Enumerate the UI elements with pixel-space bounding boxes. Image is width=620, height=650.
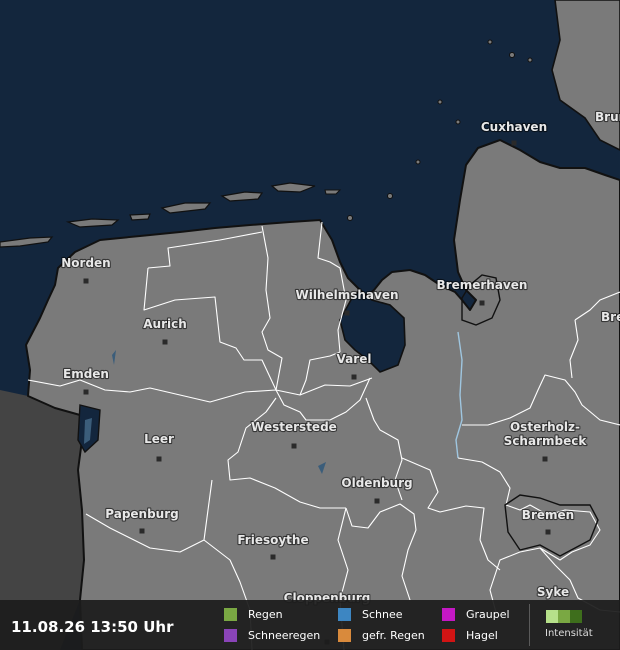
city-marker: [374, 498, 380, 504]
city-label-syke: Syke: [537, 585, 569, 599]
island: [527, 57, 533, 63]
city-label-emden: Emden: [63, 367, 109, 381]
city-label-westerstede: Westerstede: [251, 420, 337, 434]
city-label-osterholz: Osterholz-: [510, 420, 580, 434]
city-label-wilhelmshaven: Wilhelmshaven: [295, 288, 398, 302]
city-label-scharmbeck: Scharmbeck: [504, 434, 588, 448]
intensity-scale: [546, 610, 582, 623]
island: [509, 52, 515, 58]
legend-schnee: Schnee: [338, 608, 403, 621]
legend-hagel-label: Hagel: [466, 629, 498, 642]
city-marker: [83, 389, 89, 395]
city-label-papenburg: Papenburg: [105, 507, 178, 521]
legend-hagel-swatch: [442, 629, 455, 642]
intensity-label: Intensität: [545, 628, 593, 639]
city-label-leer: Leer: [144, 432, 174, 446]
legend-gefr-regen-label: gefr. Regen: [362, 629, 425, 642]
legend-separator: [529, 604, 530, 646]
legend-schnee-swatch: [338, 608, 351, 621]
city-marker: [270, 554, 276, 560]
island: [129, 213, 151, 221]
city-marker: [139, 528, 145, 534]
city-label-cuxhaven: Cuxhaven: [481, 120, 547, 134]
city-label-bremerhaven: Bremerhaven: [437, 278, 528, 292]
timestamp: 11.08.26 13:50 Uhr: [11, 618, 174, 636]
legend-hagel: Hagel: [442, 629, 498, 642]
intensity-mid-swatch: [558, 610, 570, 623]
legend-schneeregen-label: Schneeregen: [248, 629, 321, 642]
island: [455, 119, 461, 125]
island: [415, 159, 421, 165]
city-label-friesoythe: Friesoythe: [237, 533, 308, 547]
legend-gefr-regen: gefr. Regen: [338, 629, 425, 642]
city-marker: [83, 278, 89, 284]
island: [437, 99, 443, 105]
island: [347, 215, 353, 221]
city-marker: [291, 443, 297, 449]
island: [487, 39, 493, 45]
intensity-high-swatch: [570, 610, 582, 623]
city-label-bremen: Bremen: [522, 508, 574, 522]
legend-regen-swatch: [224, 608, 237, 621]
city-marker: [511, 140, 517, 146]
city-marker: [545, 529, 551, 535]
legend-regen: Regen: [224, 608, 283, 621]
city-marker: [479, 300, 485, 306]
city-marker: [156, 456, 162, 462]
city-label-oldenburg: Oldenburg: [341, 476, 412, 490]
city-label-brun: Brun: [595, 110, 620, 124]
map-canvas: Cuxhaven Brun Norden Wilhelmshaven Bremerhav…: [0, 0, 620, 650]
city-label-norden: Norden: [61, 256, 110, 270]
legend-graupel-swatch: [442, 608, 455, 621]
city-label-bre: Bre: [601, 310, 620, 324]
city-label-aurich: Aurich: [143, 317, 187, 331]
legend-schnee-label: Schnee: [362, 608, 403, 621]
bottom-bar: 11.08.26 13:50 Uhr Regen Schnee Graupel …: [0, 600, 620, 650]
legend-schneeregen-swatch: [224, 629, 237, 642]
city-marker: [542, 456, 548, 462]
city-marker: [344, 310, 350, 316]
city-marker: [162, 339, 168, 345]
legend-gefr-regen-swatch: [338, 629, 351, 642]
city-label-varel: Varel: [337, 352, 372, 366]
legend-regen-label: Regen: [248, 608, 283, 621]
intensity-low-swatch: [546, 610, 558, 623]
island: [387, 193, 393, 199]
weather-map[interactable]: Cuxhaven Brun Norden Wilhelmshaven Bremerhav…: [0, 0, 620, 650]
legend-schneeregen: Schneeregen: [224, 629, 320, 642]
legend-graupel-label: Graupel: [466, 608, 510, 621]
city-marker: [351, 374, 357, 380]
legend-graupel: Graupel: [442, 608, 510, 621]
